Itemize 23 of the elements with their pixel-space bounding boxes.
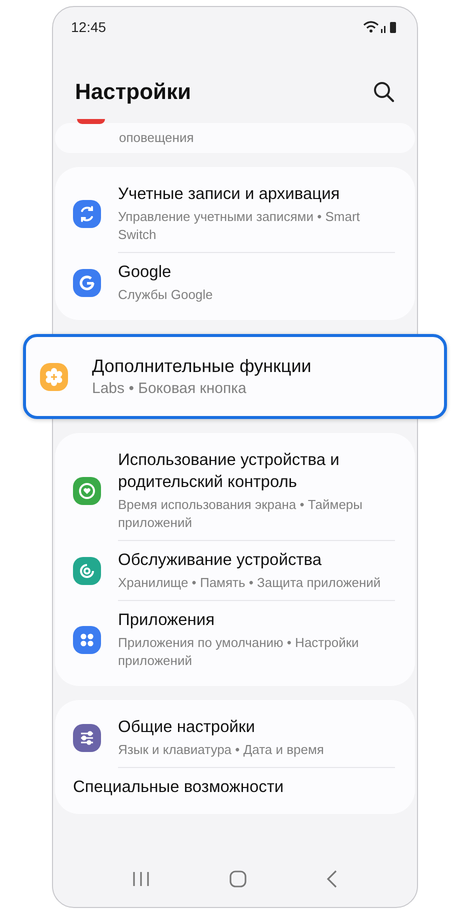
- item-subtitle: Управление учетными записями • Smart Switch: [118, 208, 361, 244]
- item-title[interactable]: Общие настройки: [118, 716, 324, 738]
- item-title[interactable]: Дополнительные функции: [92, 355, 312, 377]
- item-subtitle: Приложения по умолчанию • Настройки приложений: [118, 634, 360, 670]
- item-title[interactable]: Приложения: [118, 609, 393, 631]
- item-title[interactable]: Google: [118, 261, 213, 283]
- item-subtitle: Язык и клавиатура • Дата и время: [118, 741, 324, 759]
- back-icon[interactable]: [326, 870, 338, 888]
- status-time: 12:45: [71, 19, 106, 35]
- item-title[interactable]: Обслуживание устройства: [118, 549, 381, 571]
- item-subtitle: Службы Google: [118, 286, 213, 304]
- recents-icon[interactable]: [132, 871, 150, 887]
- item-title[interactable]: Учетные записи и архивация: [118, 183, 393, 205]
- item-title[interactable]: Специальные возможности: [73, 776, 284, 798]
- item-title[interactable]: Использование устройства и родительский контроль: [118, 449, 393, 493]
- item-subtitle: Время использования экрана • Таймеры приложений: [118, 496, 364, 532]
- search-icon[interactable]: [373, 81, 395, 103]
- status-icons: [363, 20, 397, 34]
- item-subtitle: Хранилище • Память • Защита приложений: [118, 574, 381, 592]
- item-subtitle: Labs • Боковая кнопка: [92, 380, 248, 398]
- home-icon[interactable]: [228, 870, 247, 888]
- item-subtitle: оповещения: [119, 129, 194, 147]
- page-title: Настройки: [75, 79, 192, 105]
